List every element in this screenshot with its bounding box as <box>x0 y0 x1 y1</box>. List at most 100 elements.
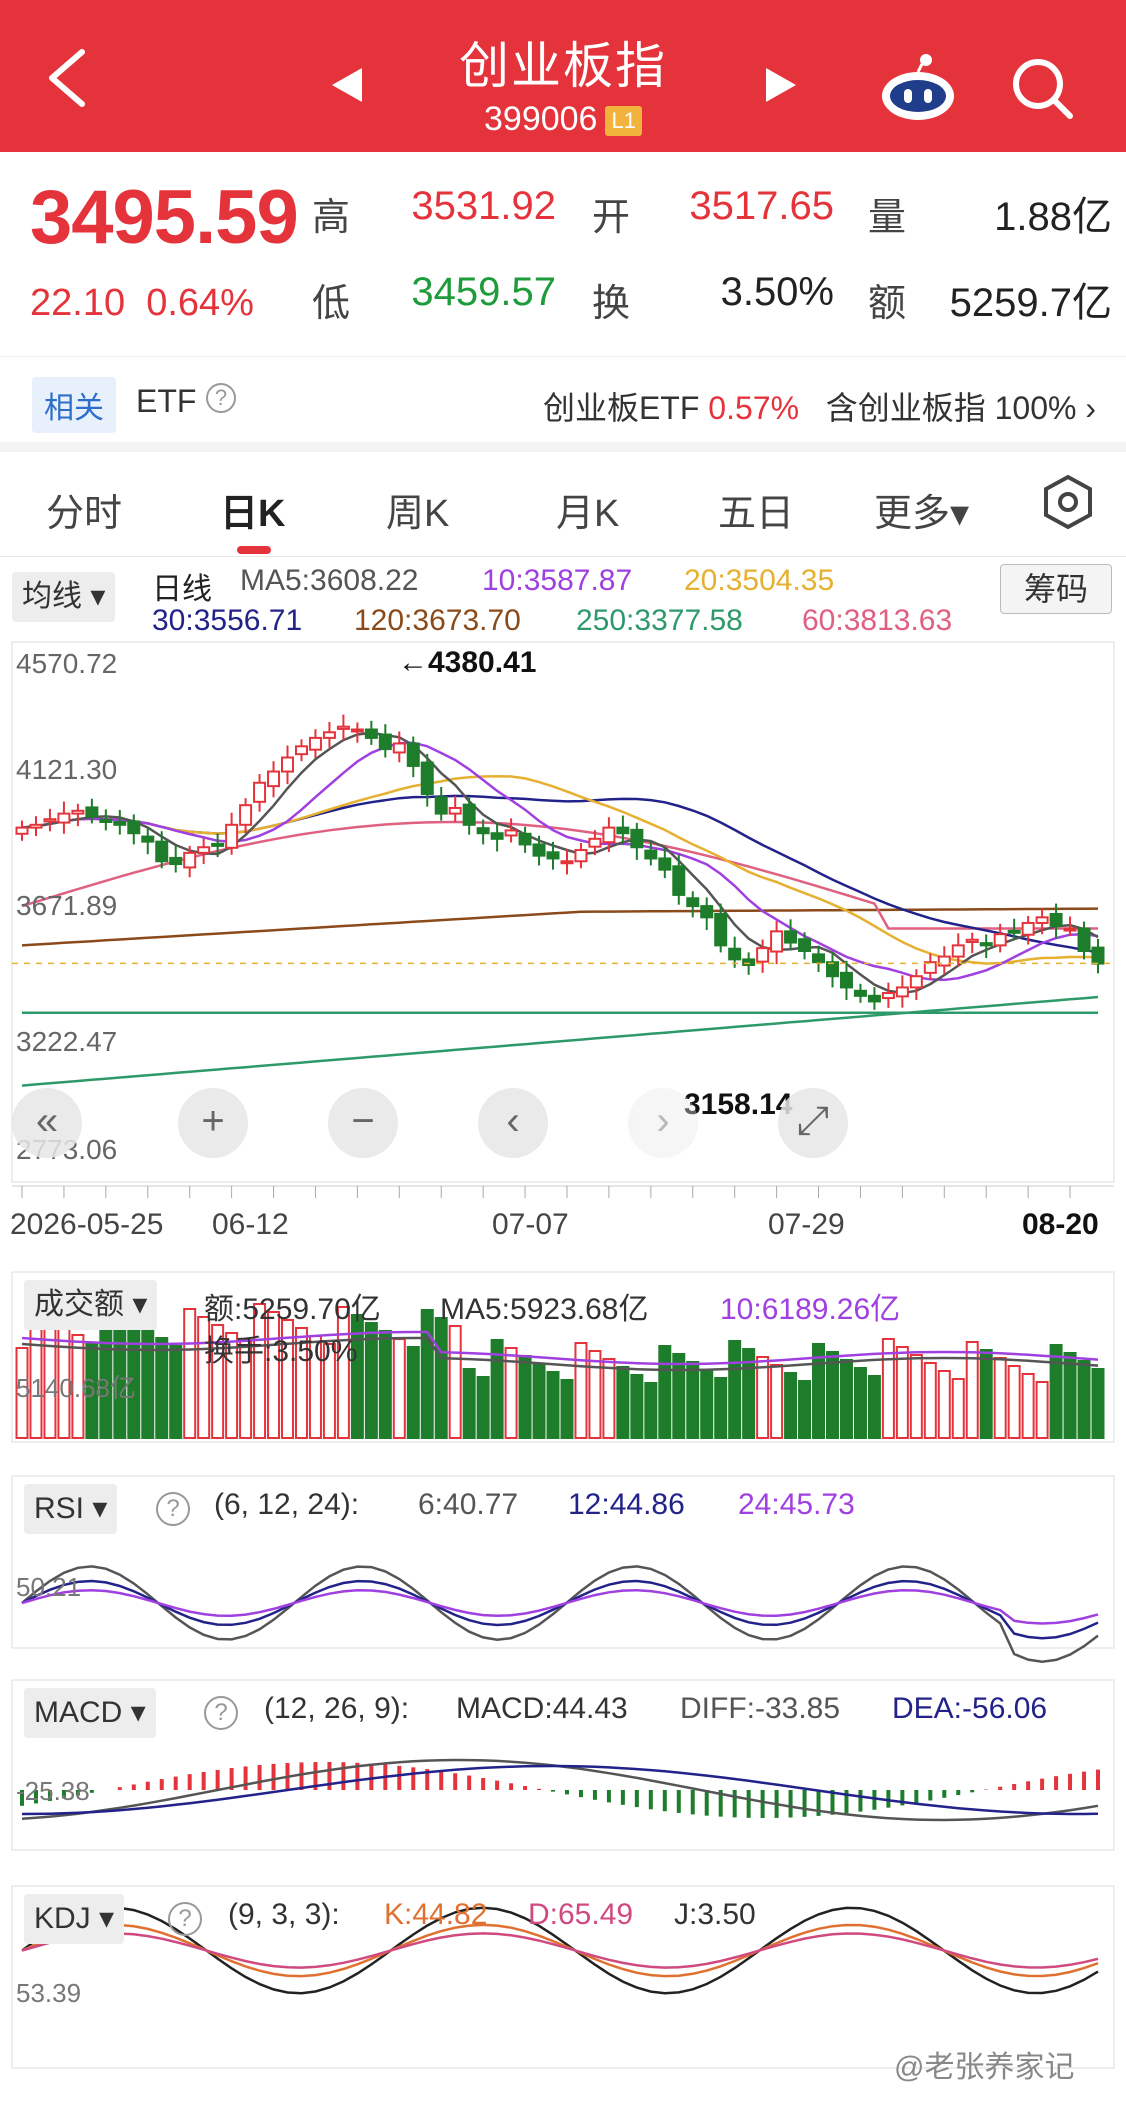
volume-bar <box>616 1366 630 1439</box>
candle-body <box>211 842 225 847</box>
etf-info[interactable]: 创业板ETF 0.57% 含创业板指 100% › <box>543 383 1096 429</box>
rsi-12: 12:44.86 <box>568 1488 685 1521</box>
macd-bar <box>886 1790 891 1808</box>
candle-body <box>336 725 350 730</box>
related-etf-bar[interactable]: 相关 ETF ? 创业板ETF 0.57% 含创业板指 100% › <box>0 356 1126 442</box>
volume-bar <box>644 1382 658 1439</box>
volume-bar <box>588 1350 602 1439</box>
candle-body <box>993 933 1007 947</box>
rsi-params: (6, 12, 24): <box>214 1488 360 1521</box>
candle-body <box>588 837 602 848</box>
macd-bar <box>1082 1771 1087 1790</box>
volume-amount: 额:5259.70亿 <box>204 1293 381 1326</box>
candle-body <box>574 849 588 863</box>
volume-bar <box>1091 1368 1105 1439</box>
candle-body <box>322 731 336 739</box>
volume-bar <box>714 1377 728 1439</box>
rsi-24: 24:45.73 <box>738 1488 855 1521</box>
volume-turnover: 换手:3.50% <box>204 1335 358 1368</box>
macd-bar <box>551 1790 556 1792</box>
volume-bar <box>672 1353 686 1439</box>
tab-intraday[interactable]: 分时 <box>46 482 122 537</box>
candle-body <box>15 826 29 835</box>
volume-bar <box>1049 1344 1063 1439</box>
settings-hexagon-icon[interactable] <box>1040 474 1096 530</box>
candle-body <box>686 897 700 908</box>
scroll-right-button[interactable]: › <box>628 1088 698 1158</box>
candle-body <box>169 856 183 866</box>
volume-ma5: MA5:5923.68亿 <box>440 1293 649 1326</box>
tab-daily-k[interactable]: 日K <box>220 482 285 537</box>
macd-bar <box>173 1776 178 1790</box>
candle-body <box>85 806 99 818</box>
candle-body <box>29 823 43 829</box>
candle-body <box>267 770 281 788</box>
zoom-in-button[interactable]: + <box>178 1088 248 1158</box>
turnover-label: 换 <box>592 283 631 325</box>
tab-five-day[interactable]: 五日 <box>718 482 794 537</box>
volume-bar <box>518 1355 532 1439</box>
candle-body <box>700 905 714 919</box>
macd-diff-line <box>21 1758 1099 1822</box>
tab-more[interactable]: 更多▾ <box>874 482 969 537</box>
quote-panel: 3495.59 22.10 0.64% 高 3531.92 开 3517.65 … <box>0 152 1126 352</box>
volume-bar <box>406 1346 420 1439</box>
rsi-help-icon[interactable]: ? <box>156 1492 190 1526</box>
fullscreen-button[interactable]: ⤢ <box>778 1088 848 1158</box>
robot-assistant-icon[interactable] <box>878 52 958 122</box>
rsi-6: 6:40.77 <box>418 1488 519 1521</box>
turnover-value: 3.50% <box>720 270 834 314</box>
next-stock-icon[interactable] <box>762 66 798 104</box>
macd-bar <box>411 1767 416 1790</box>
candle-body <box>197 846 211 854</box>
tab-monthly-k[interactable]: 月K <box>556 482 619 537</box>
high-label: 高 <box>312 197 351 239</box>
amount-label: 额 <box>868 283 907 325</box>
macd-bar <box>453 1773 458 1790</box>
candle-body <box>1077 927 1091 952</box>
help-icon[interactable]: ? <box>206 383 236 413</box>
scroll-left-fast-button[interactable]: « <box>12 1088 82 1158</box>
search-icon[interactable] <box>1010 56 1074 120</box>
macd-bar <box>662 1790 667 1812</box>
rsi-selector[interactable]: RSI ▾ <box>24 1484 118 1534</box>
candle-body <box>1021 921 1035 936</box>
volume-bar <box>1077 1360 1091 1439</box>
candle-body <box>853 989 867 997</box>
tab-weekly-k[interactable]: 周K <box>386 482 449 537</box>
zoom-out-button[interactable]: − <box>328 1088 398 1158</box>
y-tick: 3671.89 <box>16 890 118 921</box>
top-navbar: 创业板指 399006 L1 <box>0 0 1126 152</box>
candle-body <box>183 851 197 869</box>
kdj-help-icon[interactable]: ? <box>168 1902 202 1936</box>
macd-bar <box>690 1790 695 1815</box>
candle-body <box>1049 912 1063 927</box>
candle-body <box>462 803 476 826</box>
candle-body <box>406 742 420 767</box>
candle-body <box>127 820 141 835</box>
section-divider <box>0 442 1126 452</box>
macd-dea-line <box>21 1764 1099 1816</box>
kline-chart-svg <box>11 641 1115 2069</box>
macd-value: MACD:44.43 <box>456 1692 628 1725</box>
volume-bar <box>434 1317 448 1439</box>
prev-stock-icon[interactable] <box>330 66 366 104</box>
kdj-selector[interactable]: KDJ ▾ <box>24 1894 125 1944</box>
scroll-left-button[interactable]: ‹ <box>478 1088 548 1158</box>
volume-bar <box>574 1342 588 1439</box>
volume-bar <box>784 1372 798 1439</box>
macd-help-icon[interactable]: ? <box>204 1696 238 1730</box>
kdj-k: K:44.82 <box>384 1898 488 1931</box>
volume-bar <box>141 1329 155 1439</box>
volume-label: 量 <box>868 197 907 239</box>
candle-body <box>1063 927 1077 932</box>
ma-selector[interactable]: 均线 ▾ <box>12 572 116 622</box>
volume-bar <box>630 1374 644 1439</box>
macd-selector[interactable]: MACD ▾ <box>24 1688 156 1738</box>
volume-selector[interactable]: 成交额 ▾ <box>24 1280 158 1330</box>
macd-bar <box>942 1790 947 1798</box>
candle-body <box>867 994 881 1003</box>
volume-axis: 5140.68亿 <box>16 1373 136 1403</box>
low-marker: 3158.14 <box>684 1088 793 1121</box>
chip-button[interactable]: 筹码 <box>1000 564 1112 614</box>
